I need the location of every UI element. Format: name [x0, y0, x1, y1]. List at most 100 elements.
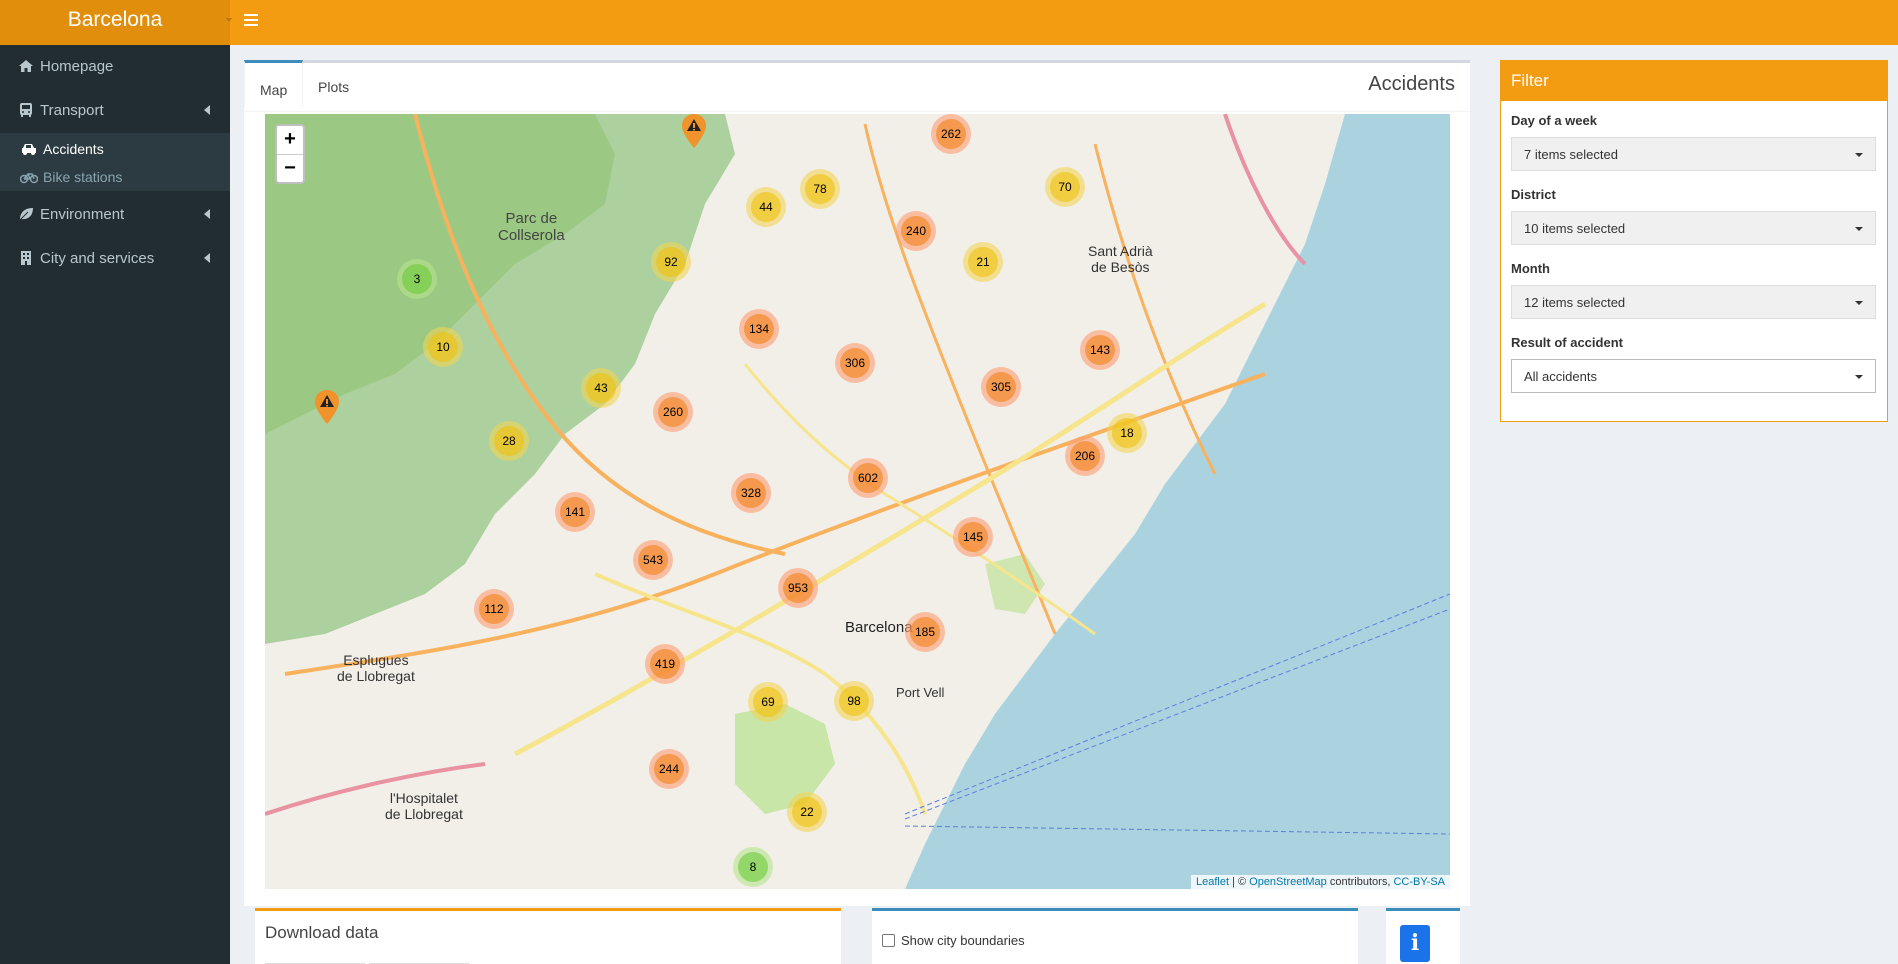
map-label-parc: Parc de Collserola — [498, 210, 565, 244]
tab-plots[interactable]: Plots — [303, 63, 364, 111]
license-link[interactable]: CC-BY-SA — [1393, 876, 1445, 888]
cluster-count: 953 — [783, 573, 813, 603]
cluster-marker[interactable]: 143 — [1080, 330, 1120, 370]
chevron-left-icon — [204, 209, 210, 219]
district-label: District — [1511, 187, 1556, 202]
cluster-marker[interactable]: 43 — [581, 368, 621, 408]
cluster-marker[interactable]: 70 — [1045, 167, 1085, 207]
cluster-count: 419 — [650, 649, 680, 679]
cluster-marker[interactable]: 543 — [633, 540, 673, 580]
filter-title: Filter — [1501, 61, 1887, 101]
cluster-count: 78 — [805, 174, 835, 204]
cluster-marker[interactable]: 145 — [953, 517, 993, 557]
warning-marker-icon[interactable] — [681, 114, 707, 148]
sidebar-toggle-icon[interactable] — [244, 12, 258, 30]
cluster-marker[interactable]: 18 — [1107, 413, 1147, 453]
cluster-marker[interactable]: 28 — [489, 421, 529, 461]
cluster-marker[interactable]: 419 — [645, 644, 685, 684]
sidebar-item-environment[interactable]: Environment — [0, 193, 230, 237]
map-label-esplugues: Esplugues de Llobregat — [337, 652, 415, 684]
cluster-marker[interactable]: 92 — [651, 242, 691, 282]
sidebar-item-homepage[interactable]: Homepage — [0, 45, 230, 89]
leaflet-link[interactable]: Leaflet — [1196, 876, 1229, 888]
cluster-marker[interactable]: 134 — [739, 309, 779, 349]
cluster-count: 262 — [936, 119, 966, 149]
download-box: Download data — [255, 908, 841, 964]
district-select[interactable]: 10 items selected — [1511, 211, 1876, 245]
cluster-count: 70 — [1050, 172, 1080, 202]
show-boundaries-checkbox[interactable] — [882, 934, 895, 947]
sidebar-item-label: Environment — [40, 206, 125, 223]
sidebar-item-transport[interactable]: Transport — [0, 89, 230, 133]
attribution-contributors: contributors, — [1326, 876, 1394, 888]
show-boundaries-label: Show city boundaries — [901, 933, 1025, 948]
cluster-marker[interactable]: 8 — [733, 847, 773, 887]
caret-down-icon — [1855, 301, 1863, 305]
sidebar-item-bike-stations[interactable]: Bike stations — [0, 163, 230, 191]
transport-submenu: Accidents Bike stations — [0, 133, 230, 191]
cluster-marker[interactable]: 185 — [905, 612, 945, 652]
cluster-marker[interactable]: 260 — [653, 392, 693, 432]
cluster-count: 134 — [744, 314, 774, 344]
cluster-marker[interactable]: 602 — [848, 458, 888, 498]
cluster-marker[interactable]: 306 — [835, 343, 875, 383]
cluster-count: 141 — [560, 497, 590, 527]
zoom-in-button[interactable]: + — [277, 126, 303, 154]
cluster-marker[interactable]: 3 — [397, 259, 437, 299]
cluster-count: 240 — [901, 216, 931, 246]
cluster-marker[interactable]: 21 — [963, 242, 1003, 282]
cluster-marker[interactable]: 112 — [474, 589, 514, 629]
tab-divider — [244, 111, 1470, 112]
cluster-count: 328 — [736, 478, 766, 508]
cluster-marker[interactable]: 141 — [555, 492, 595, 532]
cluster-marker[interactable]: 953 — [778, 568, 818, 608]
osm-link[interactable]: OpenStreetMap — [1249, 876, 1327, 888]
show-boundaries-row[interactable]: Show city boundaries — [882, 933, 1025, 948]
cluster-marker[interactable]: 78 — [800, 169, 840, 209]
cluster-marker[interactable]: 22 — [787, 792, 827, 832]
cluster-marker[interactable]: 69 — [748, 682, 788, 722]
map-label-barcelona: Barcelona — [845, 619, 913, 636]
result-label: Result of accident — [1511, 335, 1623, 350]
sidebar-item-city-and-services[interactable]: City and services — [0, 237, 230, 281]
cluster-marker[interactable]: 244 — [649, 749, 689, 789]
cluster-marker[interactable]: 98 — [834, 681, 874, 721]
cluster-count: 305 — [986, 372, 1016, 402]
cluster-count: 143 — [1085, 335, 1115, 365]
cluster-marker[interactable]: 206 — [1065, 436, 1105, 476]
warning-marker-icon[interactable] — [314, 390, 340, 424]
month-select[interactable]: 12 items selected — [1511, 285, 1876, 319]
cluster-marker[interactable]: 44 — [746, 187, 786, 227]
cluster-count: 145 — [958, 522, 988, 552]
chevron-left-icon — [204, 253, 210, 263]
result-select[interactable]: All accidents — [1511, 359, 1876, 393]
download-title: Download data — [265, 923, 379, 942]
cluster-marker[interactable]: 328 — [731, 473, 771, 513]
cluster-marker[interactable]: 262 — [931, 114, 971, 154]
cluster-count: 69 — [753, 687, 783, 717]
home-icon — [19, 60, 33, 72]
caret-down-icon — [1855, 153, 1863, 157]
map-attribution: Leaflet | © OpenStreetMap contributors, … — [1190, 875, 1450, 889]
tab-map[interactable]: Map — [244, 60, 304, 108]
cluster-marker[interactable]: 10 — [423, 327, 463, 367]
accidents-map[interactable]: Parc de Collserola Barcelona Sant Adrià … — [265, 114, 1450, 889]
sidebar-item-accidents[interactable]: Accidents — [0, 135, 230, 163]
building-icon — [21, 251, 31, 265]
chevron-left-icon — [204, 105, 210, 115]
cluster-marker[interactable]: 240 — [896, 211, 936, 251]
cluster-count: 602 — [853, 463, 883, 493]
cluster-count: 18 — [1112, 418, 1142, 448]
cluster-count: 3 — [402, 264, 432, 294]
car-crash-icon — [22, 144, 36, 155]
attribution-sep: | © — [1229, 876, 1250, 888]
cluster-marker[interactable]: 305 — [981, 367, 1021, 407]
app-logo[interactable]: Barcelona — [0, 0, 230, 45]
day-of-week-select[interactable]: 7 items selected — [1511, 137, 1876, 171]
boundaries-box: Show city boundaries — [872, 908, 1358, 964]
cluster-count: 21 — [968, 247, 998, 277]
info-icon[interactable]: i — [1400, 925, 1430, 962]
zoom-out-button[interactable]: − — [277, 155, 303, 183]
cluster-count: 8 — [738, 852, 768, 882]
cluster-count: 10 — [428, 332, 458, 362]
